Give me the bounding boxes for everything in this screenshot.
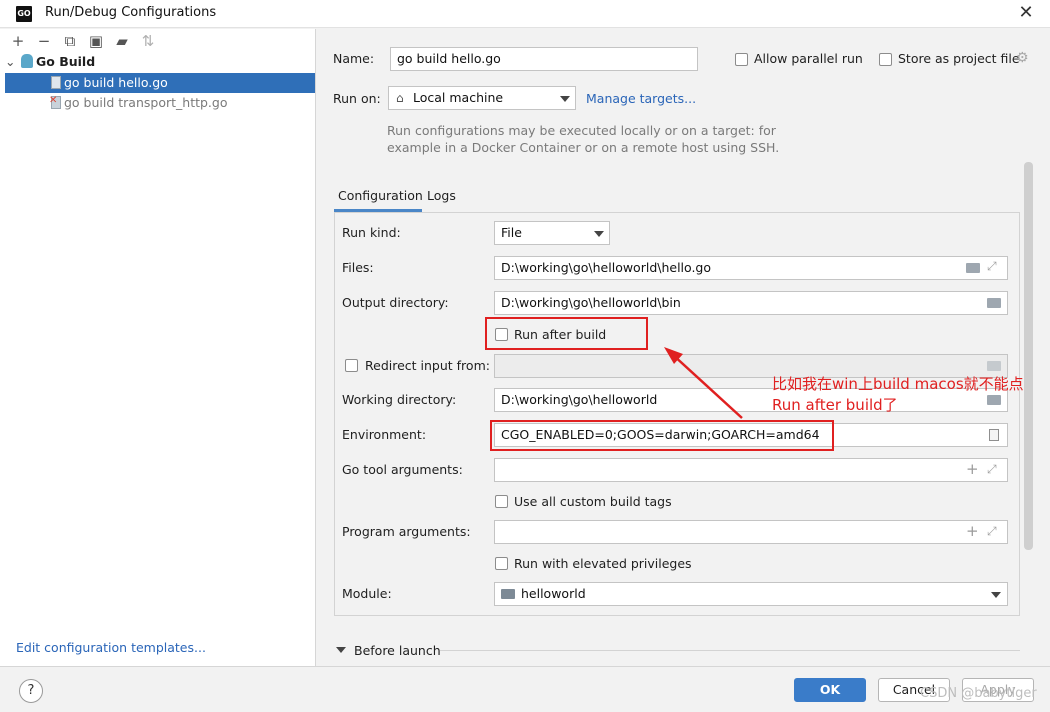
run-kind-value: File (501, 225, 522, 240)
remove-icon[interactable]: − (35, 32, 53, 50)
ok-button[interactable]: OK (794, 678, 866, 702)
chevron-down-icon: ⌄ (5, 54, 16, 69)
folder-icon[interactable] (987, 298, 1001, 308)
folder-icon[interactable] (987, 361, 1001, 371)
chevron-down-icon (594, 231, 604, 237)
store-project-checkbox[interactable] (879, 53, 892, 66)
annotation-line-1: 比如我在win上build macos就不能点 (772, 375, 1024, 393)
gear-icon[interactable]: ⚙ (1016, 50, 1029, 66)
run-on-hint-2: example in a Docker Container or on a re… (387, 140, 780, 155)
gopher-icon (21, 54, 33, 68)
run-on-label: Run on: (333, 91, 381, 106)
home-icon: ⌂ (396, 91, 404, 105)
run-after-build-label: Run after build (514, 327, 607, 342)
add-icon[interactable]: + (9, 32, 27, 50)
files-label: Files: (342, 260, 374, 275)
document-icon[interactable] (989, 429, 999, 441)
run-elevated-label: Run with elevated privileges (514, 556, 692, 571)
use-custom-tags-checkbox[interactable] (495, 495, 508, 508)
working-directory-label: Working directory: (342, 392, 457, 407)
plus-icon[interactable]: + (966, 522, 979, 540)
close-icon[interactable]: ✕ (1015, 2, 1037, 24)
run-kind-dropdown[interactable]: File (494, 221, 610, 245)
new-folder-icon[interactable]: ▰ (113, 32, 131, 50)
run-kind-label: Run kind: (342, 225, 401, 240)
store-project-label: Store as project file (898, 51, 1020, 66)
expand-icon[interactable]: ⤢ (987, 524, 997, 539)
edit-templates-link[interactable]: Edit configuration templates... (16, 640, 206, 655)
tab-configuration[interactable]: Configuration (338, 188, 423, 203)
run-after-build-checkbox[interactable] (495, 328, 508, 341)
module-dropdown[interactable]: helloworld (494, 582, 1008, 606)
module-label: Module: (342, 586, 392, 601)
allow-parallel-checkbox[interactable] (735, 53, 748, 66)
window-title: Run/Debug Configurations (45, 5, 217, 20)
tree-group-label: Go Build (36, 54, 96, 69)
use-custom-tags-label: Use all custom build tags (514, 494, 672, 509)
plus-icon[interactable]: + (966, 460, 979, 478)
file-icon (51, 76, 61, 89)
program-arguments-label: Program arguments: (342, 524, 471, 539)
redirect-input-checkbox[interactable] (345, 359, 358, 372)
tree-item-go-build-hello[interactable]: go build hello.go (5, 73, 315, 93)
name-input[interactable]: go build hello.go (390, 47, 698, 71)
name-label: Name: (333, 51, 375, 66)
run-on-hint-1: Run configurations may be executed local… (387, 123, 776, 138)
section-divider (440, 650, 1020, 651)
tree-group-go-build[interactable]: ⌄ Go Build (5, 52, 315, 72)
sort-icon[interactable]: ⇅ (139, 32, 157, 50)
help-button[interactable]: ? (19, 679, 43, 703)
save-icon[interactable]: ▣ (87, 32, 105, 50)
goland-logo-icon: GO (16, 6, 32, 22)
tree-item-go-build-transport[interactable]: ✕ go build transport_http.go (5, 93, 315, 113)
redirect-input-label: Redirect input from: (365, 358, 490, 373)
chevron-down-icon (560, 96, 570, 102)
expand-icon[interactable]: ⤢ (987, 259, 997, 274)
tree-item-label: go build transport_http.go (64, 95, 228, 110)
output-directory-label: Output directory: (342, 295, 449, 310)
chevron-down-icon[interactable] (336, 647, 346, 653)
tab-logs[interactable]: Logs (427, 188, 456, 203)
tree-item-label: go build hello.go (64, 75, 168, 90)
run-on-dropdown[interactable]: Local machine (388, 86, 576, 110)
environment-label: Environment: (342, 427, 427, 442)
annotation-line-2: Run after build了 (772, 396, 898, 414)
module-value: helloworld (521, 586, 586, 601)
watermark: CSDN @babytiger (920, 686, 1037, 701)
configurations-panel (0, 29, 316, 666)
program-arguments-input[interactable] (494, 520, 1008, 544)
module-folder-icon (501, 589, 515, 599)
run-elevated-checkbox[interactable] (495, 557, 508, 570)
go-tool-arguments-input[interactable] (494, 458, 1008, 482)
folder-icon[interactable] (966, 263, 980, 273)
output-directory-input[interactable]: D:\working\go\helloworld\bin (494, 291, 1008, 315)
scrollbar[interactable] (1024, 162, 1033, 550)
manage-targets-link[interactable]: Manage targets... (586, 91, 696, 106)
expand-icon[interactable]: ⤢ (987, 462, 997, 477)
folder-icon[interactable] (987, 395, 1001, 405)
copy-icon[interactable]: ⧉ (61, 32, 79, 50)
annotation-arrow (664, 347, 743, 419)
chevron-down-icon (991, 592, 1001, 598)
allow-parallel-label: Allow parallel run (754, 51, 863, 66)
files-input[interactable]: D:\working\go\helloworld\hello.go (494, 256, 1008, 280)
go-tool-arguments-label: Go tool arguments: (342, 462, 463, 477)
before-launch-label[interactable]: Before launch (354, 643, 441, 658)
run-on-value: Local machine (413, 90, 504, 105)
file-error-icon: ✕ (49, 95, 61, 109)
